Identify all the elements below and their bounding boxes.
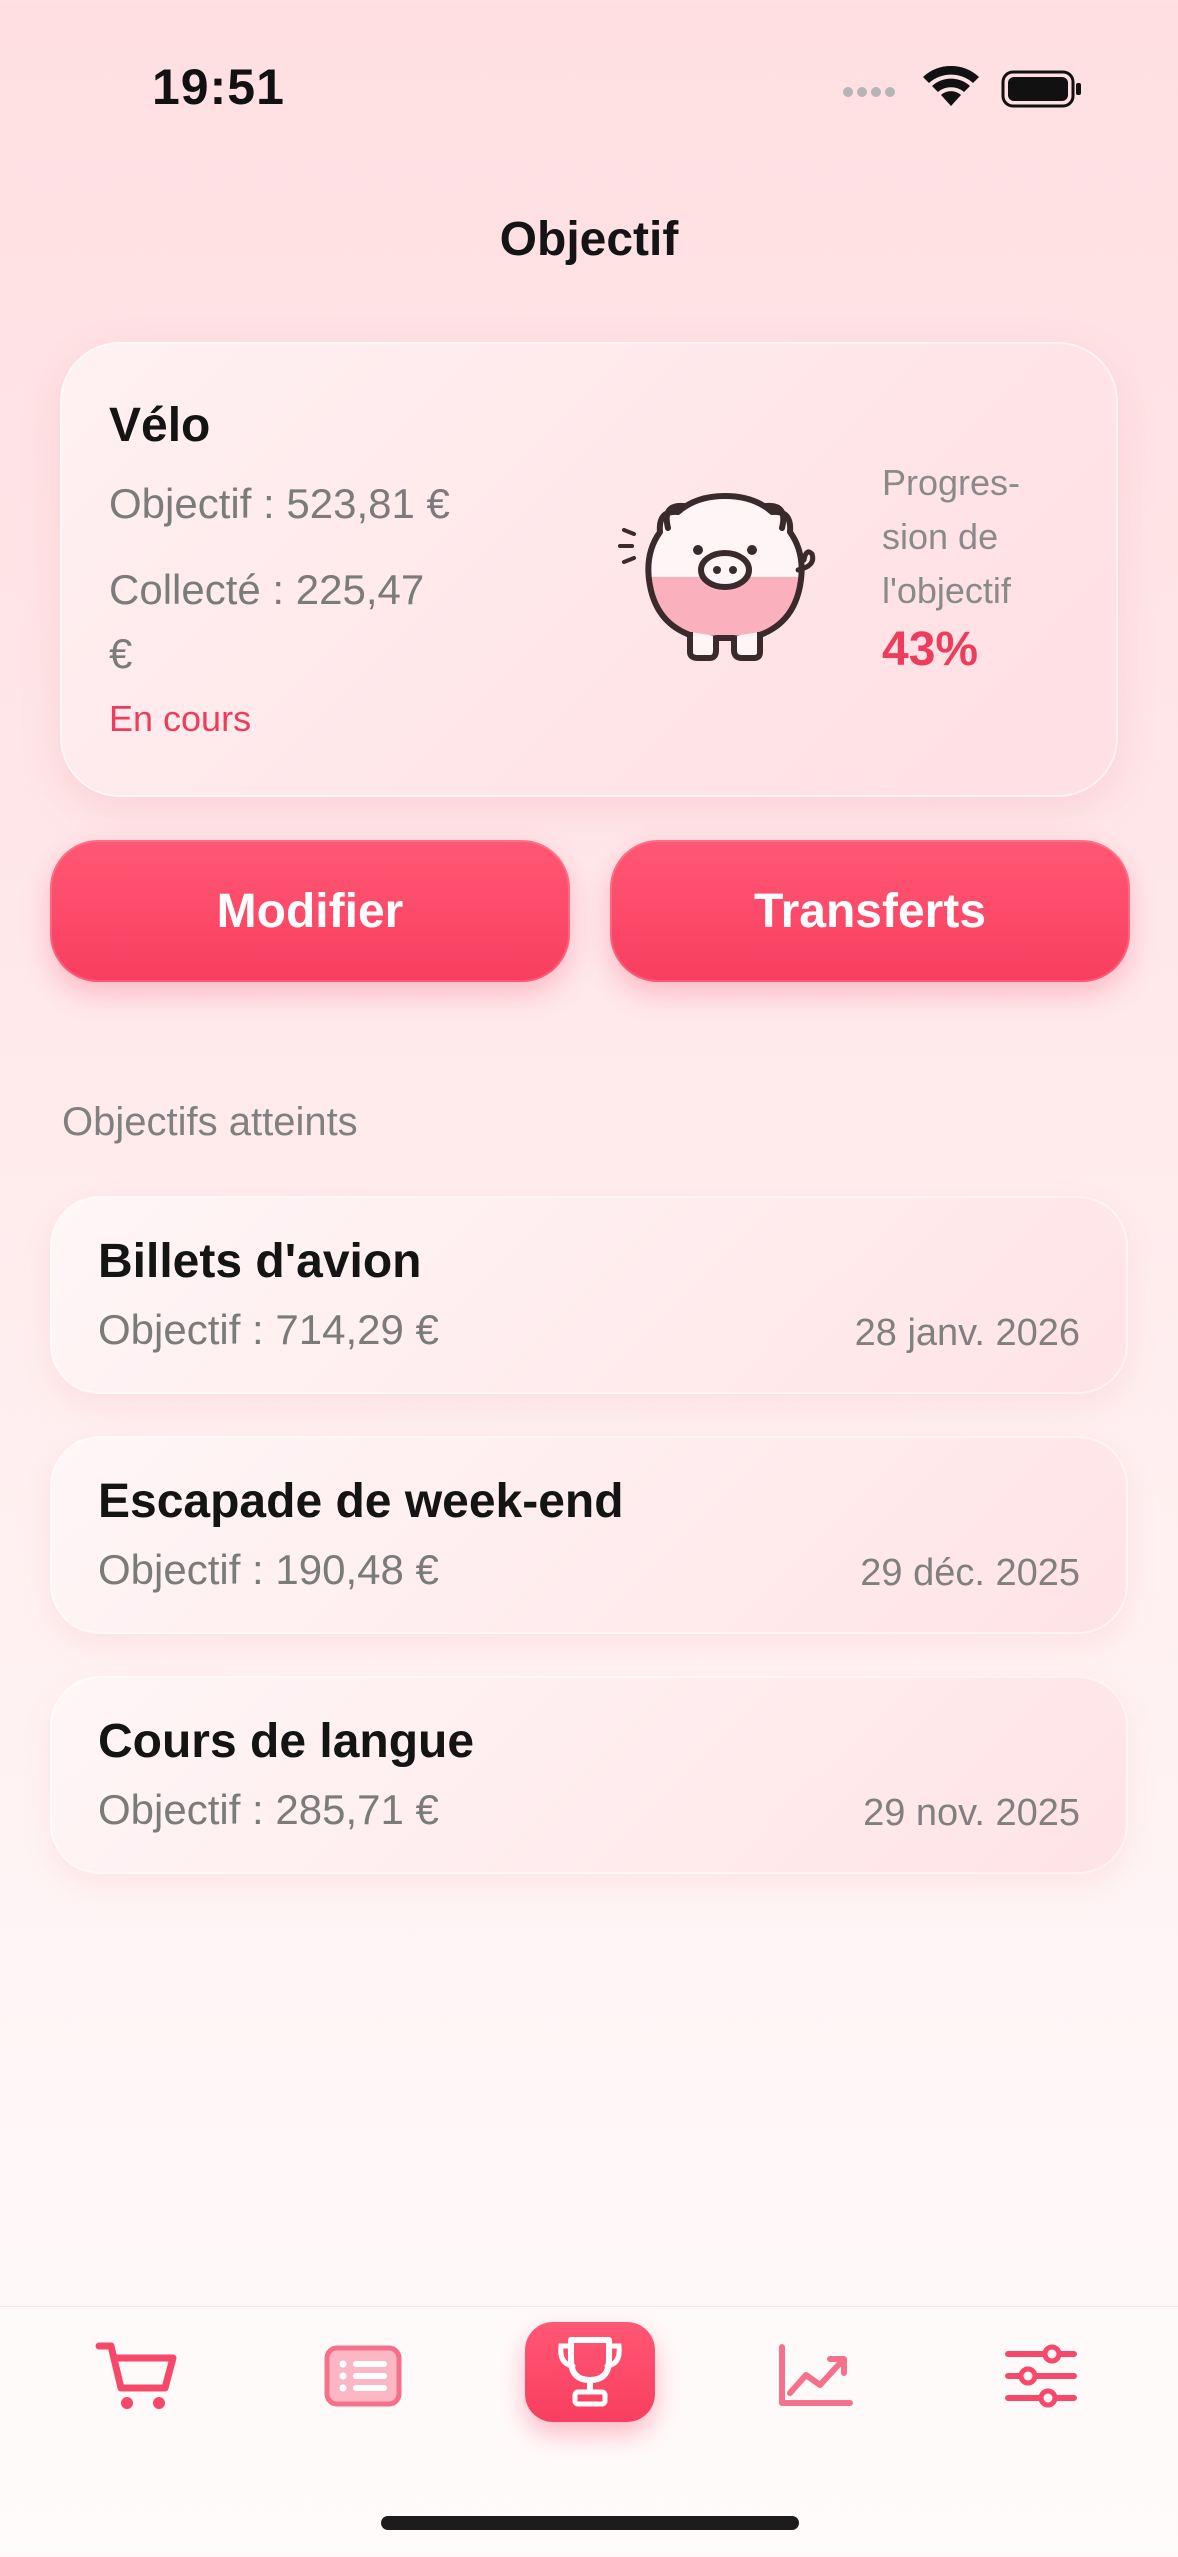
achieved-goal-card[interactable]: Escapade de week-end Objectif : 190,48 €…	[50, 1436, 1128, 1634]
settings-icon	[1005, 2344, 1077, 2408]
tab-statistics[interactable]	[750, 2326, 880, 2426]
achieved-goal-name: Billets d'avion	[98, 1235, 422, 1288]
achieved-goal-card[interactable]: Cours de langue Objectif : 285,71 € 29 n…	[50, 1676, 1128, 1874]
home-indicator[interactable]	[381, 2516, 799, 2530]
chart-icon	[779, 2344, 853, 2406]
achieved-goals-title: Objectifs atteints	[62, 1100, 358, 1144]
achieved-goal-date: 28 janv. 2026	[854, 1312, 1080, 1354]
progress-value: 43%	[882, 623, 979, 676]
goal-collected-amount: Collecté : 225,47 €	[109, 566, 425, 677]
tab-cart[interactable]	[72, 2326, 202, 2426]
wifi-icon	[923, 65, 979, 106]
progress-label: Progres-sion de l'objectif	[882, 462, 1021, 611]
transfers-button[interactable]: Transferts	[610, 840, 1130, 982]
tab-goals[interactable]	[525, 2322, 655, 2422]
page-title: Objectif	[499, 213, 679, 266]
achieved-goal-date: 29 nov. 2025	[863, 1792, 1080, 1834]
tab-settings[interactable]	[976, 2326, 1106, 2426]
status-time: 19:51	[152, 59, 285, 115]
goal-name: Vélo	[109, 399, 211, 452]
list-icon	[324, 2345, 402, 2407]
status-indicators	[843, 65, 1081, 108]
goal-status: En cours	[109, 698, 252, 739]
achieved-goal-target: Objectif : 714,29 €	[98, 1306, 439, 1353]
cart-icon	[95, 2342, 177, 2409]
tab-list[interactable]	[298, 2326, 428, 2426]
achieved-goal-name: Cours de langue	[98, 1715, 475, 1768]
trophy-icon	[558, 2337, 622, 2407]
achieved-goal-target: Objectif : 285,71 €	[98, 1786, 439, 1833]
signal-dots-icon	[843, 87, 895, 97]
piggy-bank-icon	[618, 493, 816, 661]
goal-target-amount: Objectif : 523,81 €	[109, 480, 450, 527]
achieved-goal-name: Escapade de week-end	[98, 1475, 624, 1528]
battery-icon	[1001, 70, 1081, 108]
achieved-goal-date: 29 déc. 2025	[860, 1552, 1080, 1594]
achieved-goal-card[interactable]: Billets d'avion Objectif : 714,29 € 28 j…	[50, 1196, 1128, 1394]
modify-button[interactable]: Modifier	[50, 840, 570, 982]
achieved-goal-target: Objectif : 190,48 €	[98, 1546, 439, 1593]
